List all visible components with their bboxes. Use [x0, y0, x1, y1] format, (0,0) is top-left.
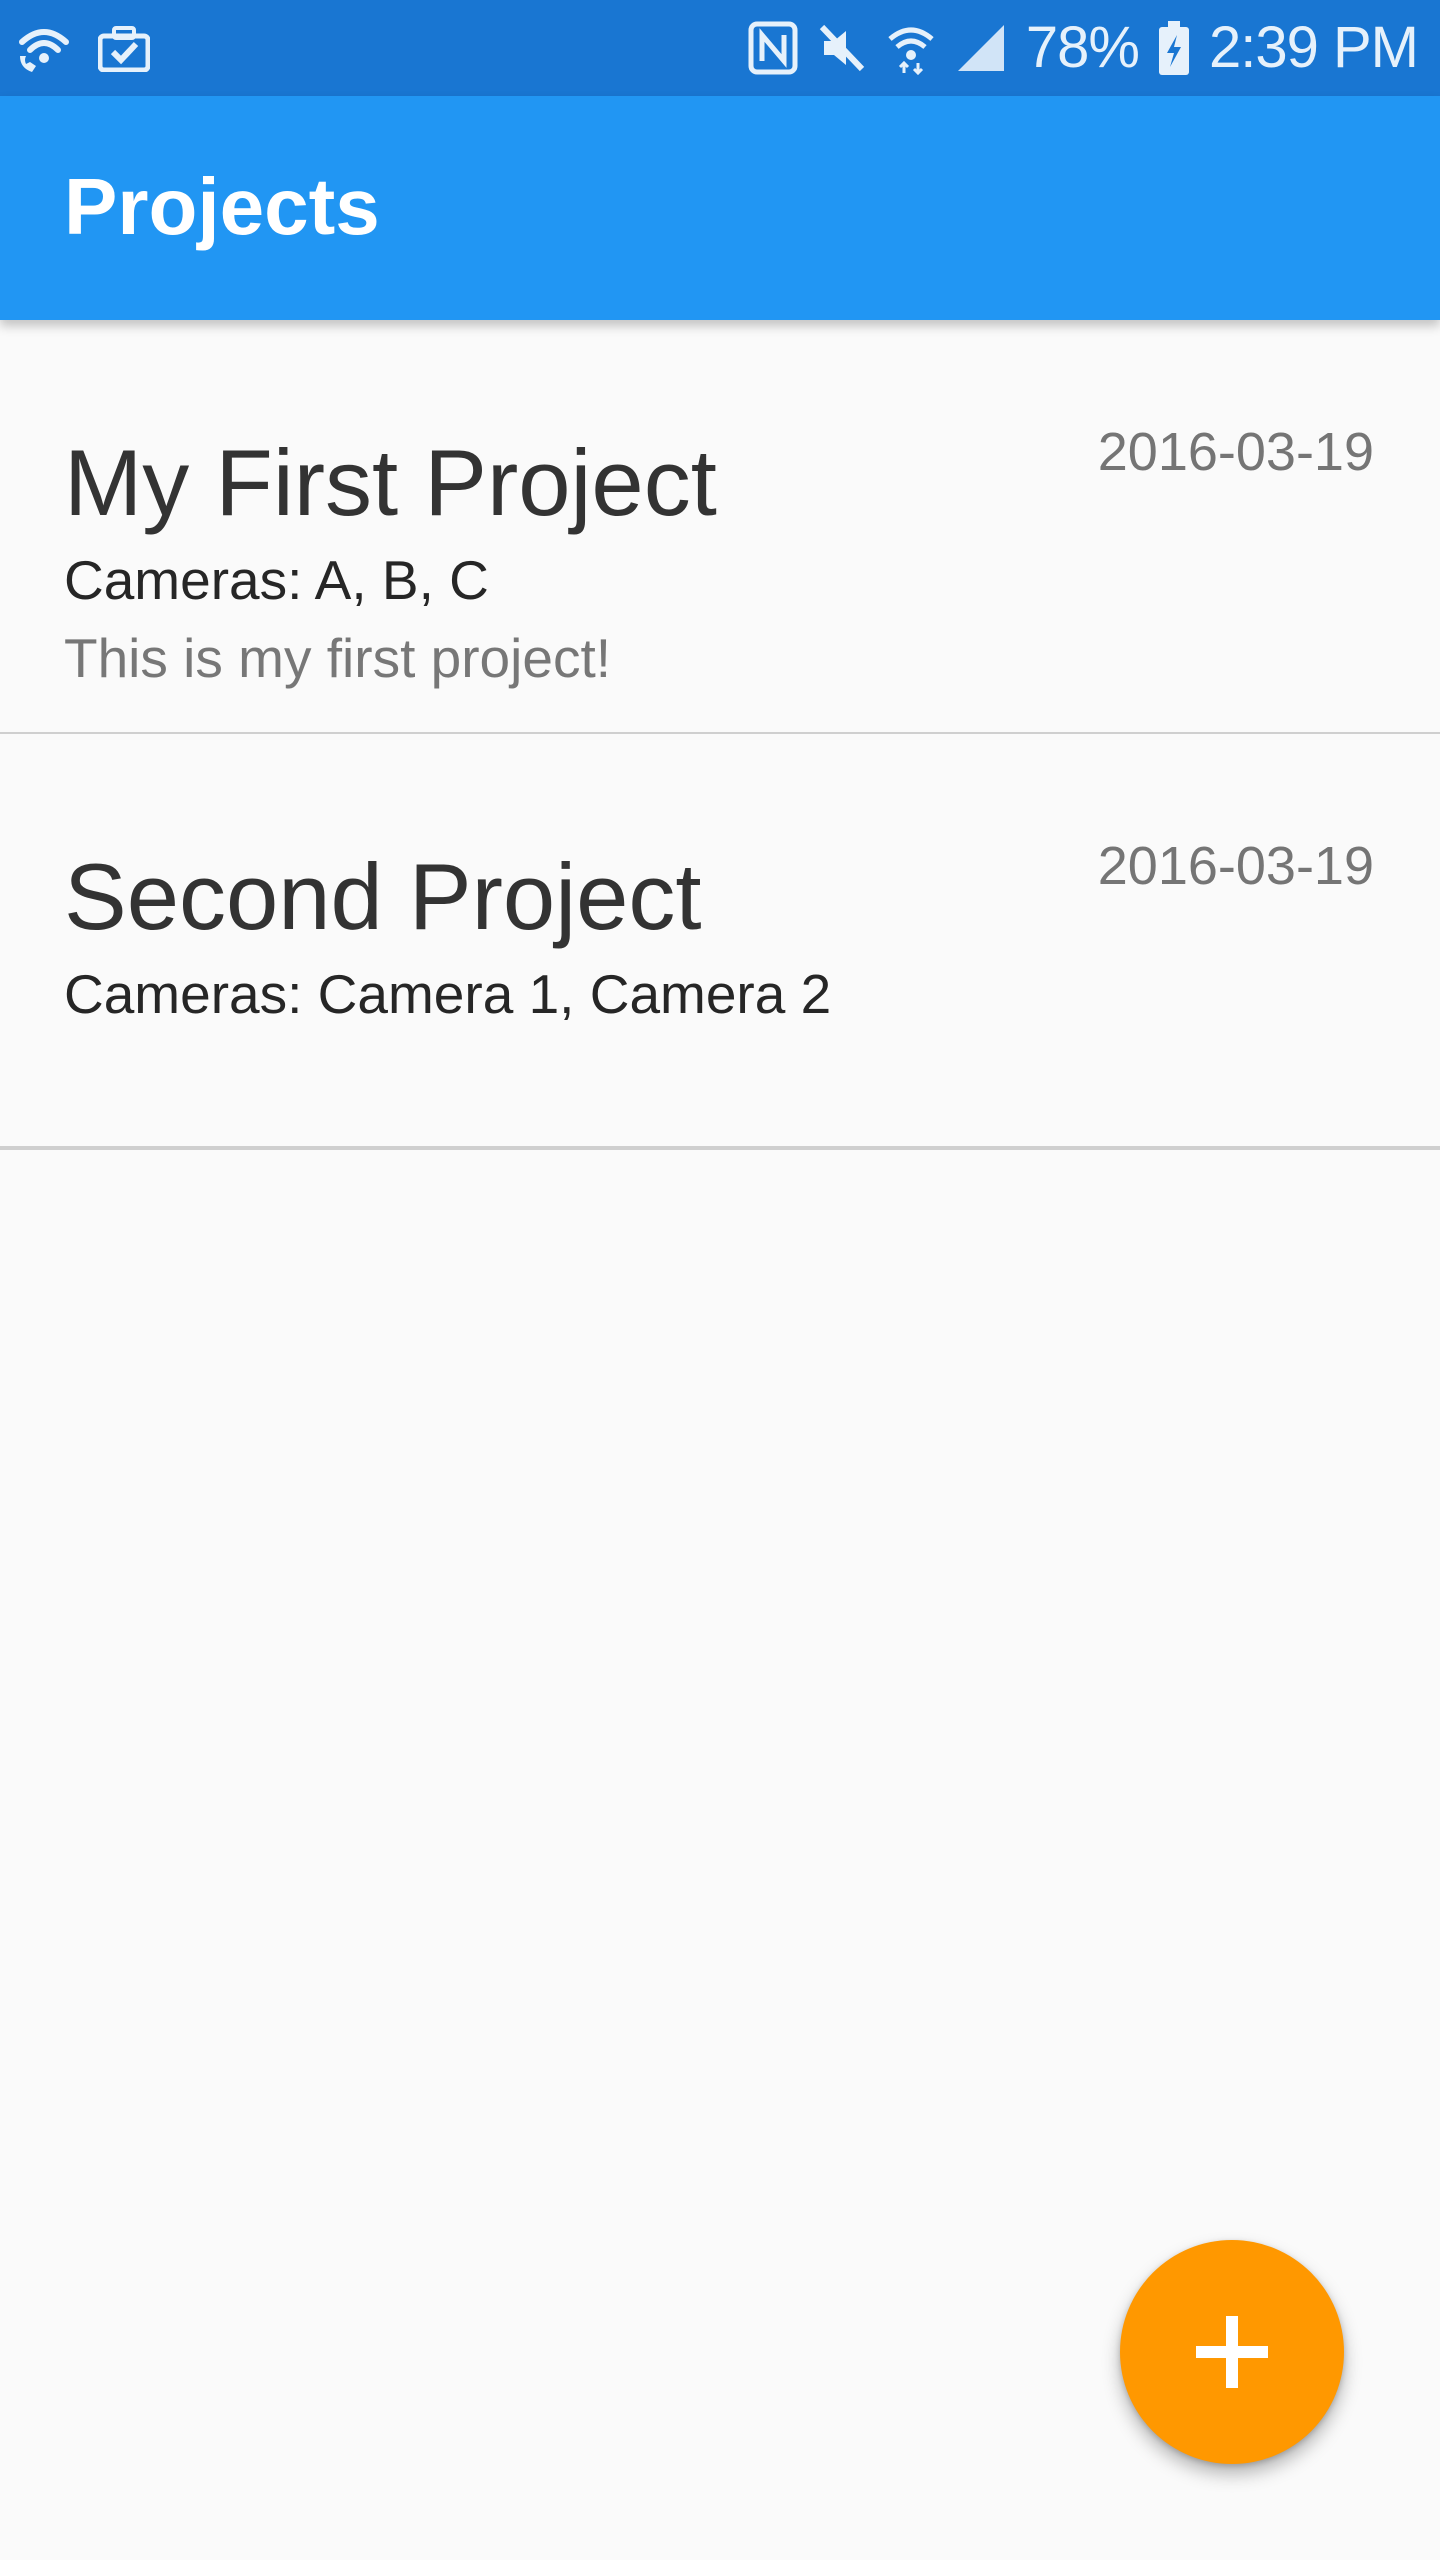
wifi-call-icon	[16, 22, 72, 74]
plus-icon	[1196, 2316, 1268, 2388]
project-name: Second Project	[64, 844, 702, 949]
list-item[interactable]: Second Project 2016-03-19 Cameras: Camer…	[0, 734, 1440, 1150]
clock: 2:39 PM	[1209, 15, 1419, 80]
status-left-icons	[16, 18, 150, 78]
project-cameras: Cameras: A, B, C	[64, 549, 489, 611]
list-item[interactable]: My First Project 2016-03-19 Cameras: A, …	[0, 320, 1440, 736]
project-date: 2016-03-19	[1097, 836, 1374, 896]
project-cameras: Cameras: Camera 1, Camera 2	[64, 963, 832, 1025]
project-date: 2016-03-19	[1097, 422, 1374, 482]
signal-icon	[956, 23, 1006, 73]
add-project-button[interactable]	[1120, 2240, 1344, 2464]
page-title: Projects	[64, 162, 380, 251]
battery-charging-icon	[1159, 21, 1189, 75]
briefcase-check-icon	[98, 24, 150, 72]
nfc-icon	[748, 21, 798, 75]
status-right-icons: 78% 2:39 PM	[748, 14, 1419, 82]
mute-icon	[818, 23, 866, 73]
battery-percent: 78%	[1025, 15, 1140, 80]
app-bar: Projects	[0, 96, 1440, 320]
project-name: My First Project	[64, 430, 717, 535]
status-bar: 78% 2:39 PM	[0, 0, 1440, 96]
project-description: This is my first project!	[64, 627, 612, 689]
wifi-icon	[886, 21, 936, 75]
